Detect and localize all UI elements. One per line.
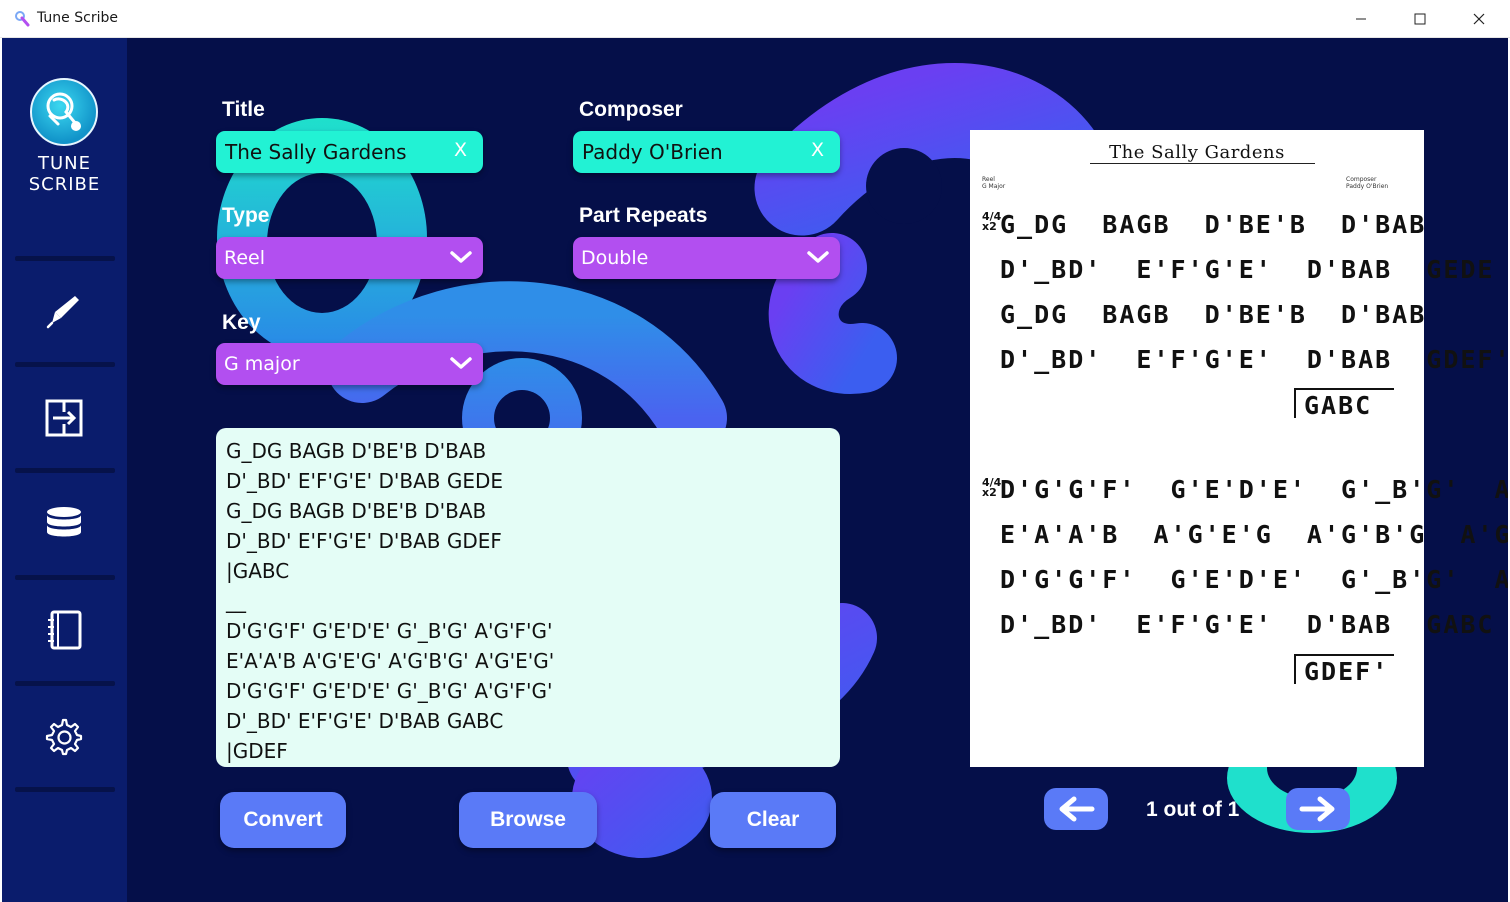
logo-text: TUNE SCRIBE	[2, 153, 127, 195]
close-button[interactable]	[1450, 0, 1508, 38]
sidebar-divider	[15, 256, 115, 261]
time-signature: 4/4 x2	[982, 477, 1001, 499]
sidebar-divider	[15, 575, 115, 580]
sheet-meta-left: Reel G Major	[982, 176, 1005, 190]
sheet-meta-key: G Major	[982, 183, 1006, 190]
window-title: Tune Scribe	[37, 10, 118, 26]
sheet-meta-composer-label: Composer	[1346, 176, 1377, 183]
chevron-down-icon	[450, 251, 472, 263]
title-field[interactable]: X	[216, 131, 483, 173]
sheet-line: G_DG BAGB D'BE'B D'BAB	[1000, 210, 1427, 239]
time-signature-bottom: x2	[982, 220, 997, 233]
time-signature: 4/4 x2	[982, 211, 1001, 233]
notation-line: |GABC	[226, 559, 290, 583]
clear-button[interactable]: Clear	[710, 792, 836, 848]
notation-line: |GDEF	[226, 739, 288, 763]
browse-button[interactable]: Browse	[459, 792, 597, 848]
sheet-line: D'G'G'F' G'E'D'E' G'_B'G' A'G'F'G'	[1000, 475, 1508, 504]
sidebar-item-convert[interactable]	[38, 392, 90, 444]
sheet-meta-composer: Paddy O'Brien	[1346, 183, 1389, 190]
sidebar-item-settings[interactable]	[38, 711, 90, 763]
sheet-meta-type: Reel	[982, 176, 995, 183]
notation-line: D'G'G'F' G'E'D'E' G'_B'G' A'G'F'G'	[226, 679, 553, 703]
key-value: G major	[224, 353, 300, 375]
gear-icon	[45, 718, 83, 756]
notation-line: D'_BD' E'F'G'E' D'BAB GDEF	[226, 529, 502, 553]
notation-line: G_DG BAGB D'BE'B D'BAB	[226, 499, 487, 523]
sheet-title-underline	[1090, 163, 1315, 164]
notation-line: D'_BD' E'F'G'E' D'BAB GEDE	[226, 469, 504, 493]
sheet-preview: The Sally Gardens Reel G Major Composer …	[970, 130, 1508, 767]
composer-field[interactable]: X	[573, 131, 840, 173]
convert-icon	[45, 399, 83, 437]
title-bar: Tune Scribe	[0, 0, 1510, 38]
part-repeats-value: Double	[581, 247, 649, 269]
sheet-line: G_DG BAGB D'BE'B D'BAB	[1000, 300, 1427, 329]
sidebar-divider	[15, 787, 115, 792]
composer-label: Composer	[579, 98, 683, 121]
clear-composer-button[interactable]: X	[811, 139, 824, 161]
title-label: Title	[222, 98, 265, 121]
convert-button[interactable]: Convert	[220, 792, 346, 848]
sheet-meta-right: Composer Paddy O'Brien	[1346, 176, 1388, 190]
sheet-volta: GABC	[1294, 388, 1394, 420]
key-select[interactable]: G major	[216, 343, 483, 385]
main-area: TUNE SCRIBE Title The Sally Gardens X Co…	[2, 38, 1508, 902]
notation-line: D'_BD' E'F'G'E' D'BAB GABC	[226, 709, 504, 733]
sidebar-item-database[interactable]	[38, 498, 90, 550]
notation-line: __	[226, 589, 246, 613]
previous-page-button[interactable]	[1044, 788, 1108, 830]
notation-line: D'G'G'F' G'E'D'E' G'_B'G' A'G'F'G'	[226, 619, 553, 643]
app-icon	[15, 11, 30, 27]
sheet-line: D'_BD' E'F'G'E' D'BAB GEDE	[1000, 255, 1495, 284]
sidebar: TUNE SCRIBE	[2, 38, 127, 902]
maximize-icon	[1414, 13, 1426, 25]
sheet-line: D'_BD' E'F'G'E' D'BAB GDEF'	[1000, 345, 1508, 374]
key-label: Key	[222, 311, 261, 334]
type-select[interactable]: Reel	[216, 237, 483, 279]
notation-line: G_DG BAGB D'BE'B D'BAB	[226, 439, 487, 463]
next-page-button[interactable]	[1286, 788, 1350, 830]
notebook-icon	[48, 610, 82, 650]
sidebar-divider	[15, 681, 115, 686]
sheet-line: E'A'A'B A'G'E'G A'G'B'G A'G'E'G	[1000, 520, 1508, 549]
tune-scribe-logo-icon	[30, 78, 98, 146]
sidebar-divider	[15, 468, 115, 473]
chevron-down-icon	[807, 251, 829, 263]
title-input[interactable]	[225, 131, 445, 173]
sheet-title: The Sally Gardens	[1109, 142, 1285, 163]
minimize-button[interactable]	[1332, 0, 1390, 38]
maximize-button[interactable]	[1391, 0, 1449, 38]
sheet-line: D'G'G'F' G'E'D'E' G'_B'G' A'G'F'G'	[1000, 565, 1508, 594]
part-repeats-label: Part Repeats	[579, 204, 708, 227]
sidebar-item-notebook[interactable]	[38, 604, 90, 656]
close-icon	[1473, 13, 1485, 25]
chevron-down-icon	[450, 357, 472, 369]
page-indicator: 1 out of 1	[1146, 798, 1240, 821]
logo-text-line1: TUNE	[37, 153, 91, 174]
part-repeats-select[interactable]: Double	[573, 237, 840, 279]
sidebar-item-editor[interactable]	[38, 285, 90, 337]
composer-input[interactable]	[582, 131, 802, 173]
sidebar-divider	[15, 362, 115, 367]
sheet-line: D'_BD' E'F'G'E' D'BAB GABC	[1000, 610, 1495, 639]
logo-text-line2: SCRIBE	[28, 174, 101, 195]
database-icon	[47, 507, 81, 537]
minimize-icon	[1356, 18, 1366, 20]
notation-line: E'A'A'B A'G'E'G' A'G'B'G' A'G'E'G'	[226, 649, 555, 673]
pen-icon	[46, 296, 79, 329]
time-signature-bottom: x2	[982, 486, 997, 499]
type-label: Type	[222, 204, 270, 227]
type-value: Reel	[224, 247, 266, 269]
clear-title-button[interactable]: X	[454, 139, 467, 161]
arrow-left-icon	[1059, 796, 1095, 822]
sheet-volta: GDEF'	[1294, 654, 1394, 686]
notation-textarea[interactable]: G_DG BAGB D'BE'B D'BAB D'_BD' E'F'G'E' D…	[216, 428, 840, 767]
arrow-right-icon	[1299, 796, 1335, 822]
